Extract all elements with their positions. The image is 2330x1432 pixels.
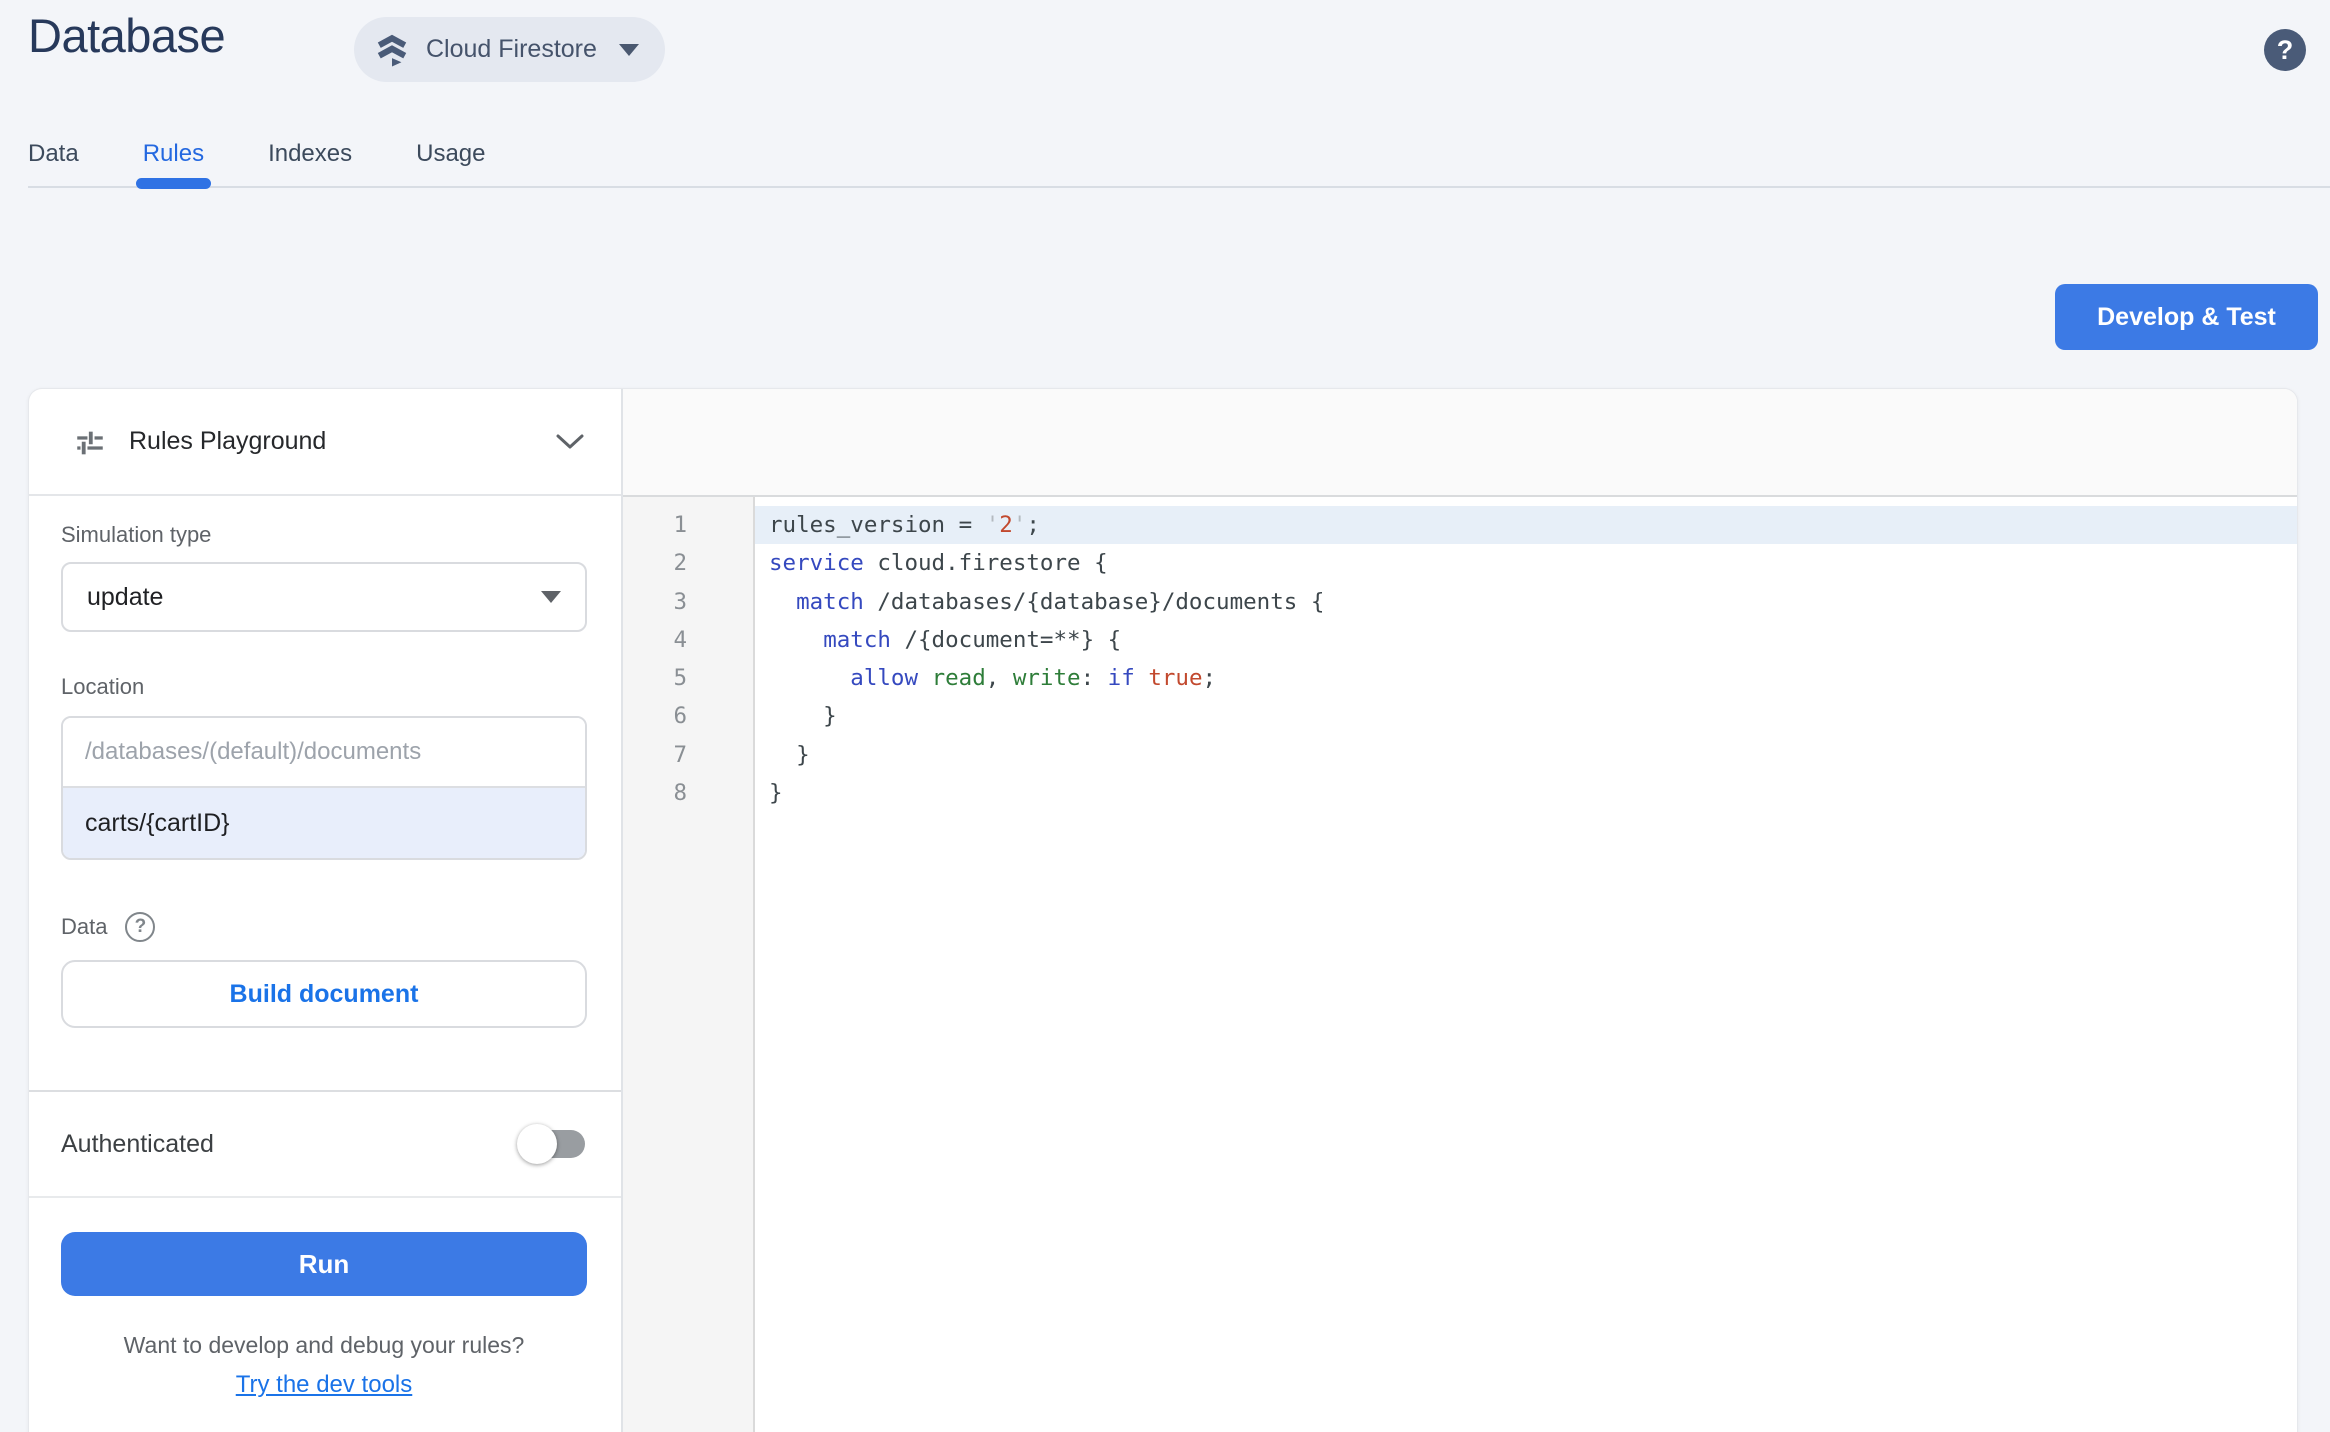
help-button[interactable]: ? xyxy=(2264,29,2306,71)
tune-icon xyxy=(73,425,107,459)
simulation-type-select[interactable]: update xyxy=(61,562,587,632)
rules-playground-header[interactable]: Rules Playground xyxy=(29,389,621,496)
firestore-icon xyxy=(374,32,410,68)
code-line[interactable]: 3 match /databases/{database}/documents … xyxy=(623,583,2297,621)
question-mark-icon: ? xyxy=(2276,34,2294,65)
run-button[interactable]: Run xyxy=(61,1232,587,1296)
build-document-button[interactable]: Build document xyxy=(61,960,587,1028)
product-switcher-label: Cloud Firestore xyxy=(426,35,597,63)
tab-usage[interactable]: Usage xyxy=(416,136,485,172)
code-line[interactable]: 6 } xyxy=(623,697,2297,735)
rules-playground-panel: Rules Playground Simulation type update … xyxy=(29,389,623,1432)
chevron-down-icon[interactable] xyxy=(555,432,585,452)
line-number: 2 xyxy=(673,550,687,577)
devtools-question: Want to develop and debug your rules? xyxy=(123,1332,525,1358)
code-line-text: service cloud.firestore { xyxy=(769,550,1108,577)
simulation-type-value: update xyxy=(87,582,164,611)
data-help-icon[interactable]: ? xyxy=(125,912,156,942)
select-caret-icon xyxy=(541,591,561,603)
develop-test-button[interactable]: Develop & Test xyxy=(2055,284,2318,350)
location-field: /databases/(default)/documents carts/{ca… xyxy=(61,716,587,860)
location-label: Location xyxy=(61,674,145,699)
code-line[interactable]: 5 allow read, write: if true; xyxy=(623,659,2297,697)
page-title: Database xyxy=(28,9,226,62)
tab-data[interactable]: Data xyxy=(28,136,79,172)
code-line-text: match /databases/{database}/documents { xyxy=(796,588,1325,615)
authenticated-row: Authenticated xyxy=(29,1092,621,1198)
location-prefix: /databases/(default)/documents xyxy=(63,718,585,788)
code-line-text: } xyxy=(769,741,810,768)
simulation-type-label: Simulation type xyxy=(61,522,212,547)
tab-rules[interactable]: Rules xyxy=(135,136,212,189)
rules-editor: 1 rules_version = '2'; 2 service cloud.fire… xyxy=(623,389,2297,1432)
code-line[interactable]: 8} xyxy=(623,774,2297,812)
editor-toolbar xyxy=(623,389,2297,497)
dropdown-caret-icon xyxy=(618,43,639,56)
code-line-text: match /{document=**} { xyxy=(823,626,1122,653)
code-line-text: allow read, write: if true; xyxy=(850,665,1217,692)
tab-bar: Data Rules Indexes Usage xyxy=(28,122,2330,189)
line-number: 6 xyxy=(673,703,687,730)
code-line-text: } xyxy=(769,703,837,730)
code-line[interactable]: 2 service cloud.firestore { xyxy=(623,544,2297,582)
code-line[interactable]: 1 rules_version = '2'; xyxy=(623,506,2297,545)
tab-indexes[interactable]: Indexes xyxy=(268,136,352,172)
authenticated-toggle[interactable] xyxy=(517,1124,587,1164)
rules-card: Rules Playground Simulation type update … xyxy=(28,388,2298,1432)
firestore-database-page: Database Cloud Firestore ? Data Rules Inde… xyxy=(0,0,2330,1432)
line-number: 4 xyxy=(673,626,687,653)
simulation-form: Simulation type update Location /databas… xyxy=(29,496,621,1092)
toggle-thumb xyxy=(517,1124,557,1164)
line-number: 7 xyxy=(673,741,687,768)
product-switcher[interactable]: Cloud Firestore xyxy=(354,17,665,82)
authenticated-label: Authenticated xyxy=(61,1129,214,1158)
code-line-text: } xyxy=(769,780,783,807)
line-number: 8 xyxy=(673,780,687,807)
run-section: Run Want to develop and debug your rules… xyxy=(29,1198,621,1399)
code-line-text: rules_version = '2'; xyxy=(755,506,2297,545)
rules-playground-title: Rules Playground xyxy=(129,427,327,455)
code-line[interactable]: 7 } xyxy=(623,736,2297,774)
devtools-link[interactable]: Try the dev tools xyxy=(61,1371,587,1399)
line-number: 5 xyxy=(673,665,687,692)
code-line[interactable]: 4 match /{document=**} { xyxy=(623,621,2297,659)
location-input[interactable]: carts/{cartID} xyxy=(63,788,585,858)
code-area[interactable]: 1 rules_version = '2'; 2 service cloud.fire… xyxy=(623,497,2297,1432)
data-label-row: Data ? xyxy=(61,912,587,942)
line-number: 1 xyxy=(673,512,687,538)
data-label: Data xyxy=(61,914,108,939)
line-number: 3 xyxy=(673,588,687,615)
